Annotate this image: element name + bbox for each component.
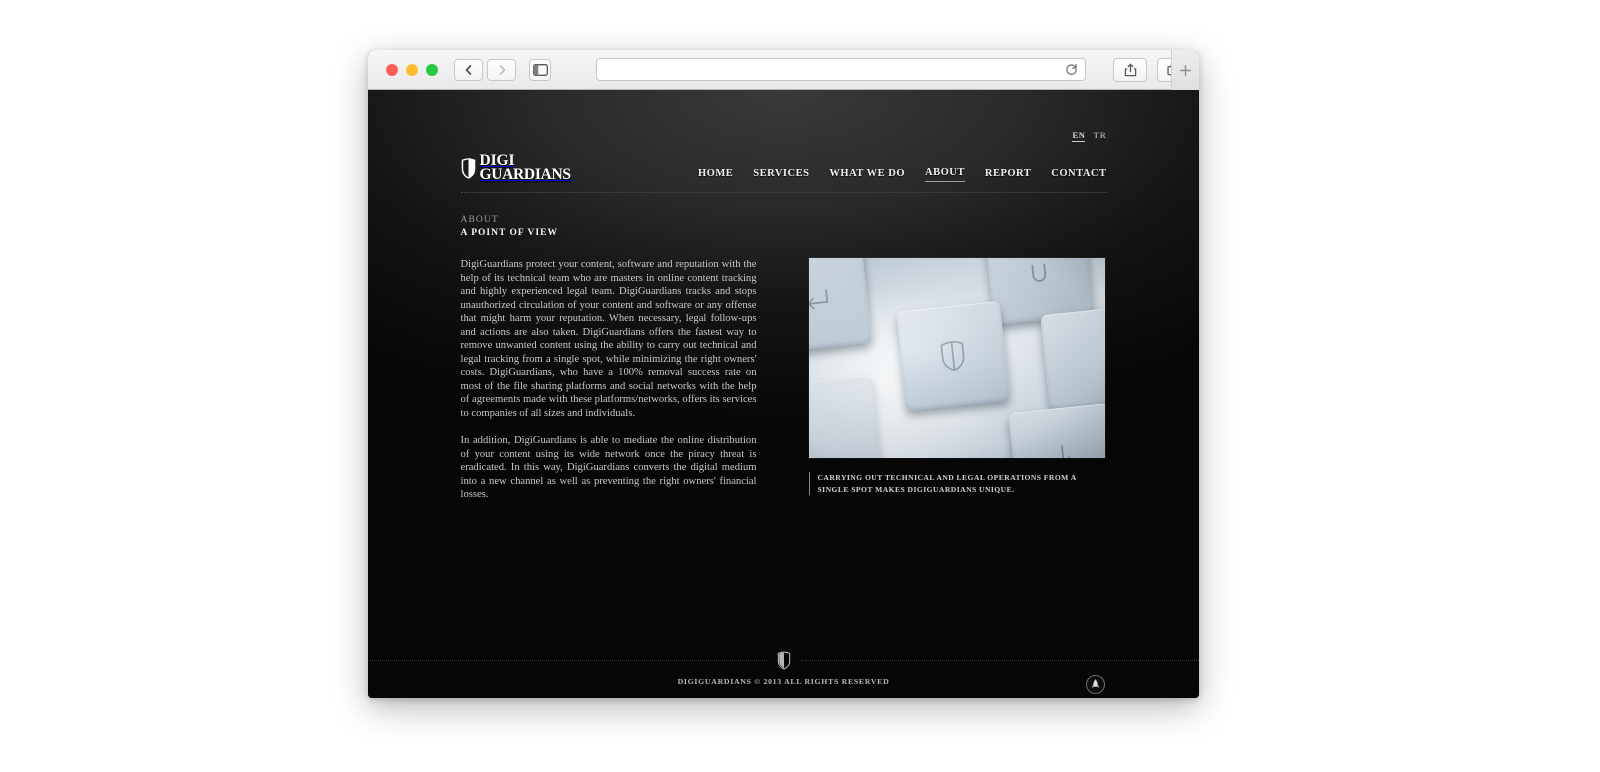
window-controls	[386, 63, 438, 76]
new-tab-button[interactable]	[1171, 50, 1199, 90]
footer-divider	[368, 650, 1199, 670]
chevron-left-icon	[465, 64, 471, 75]
language-option-en[interactable]: EN	[1072, 130, 1086, 142]
enter-arrow-glyph	[808, 258, 872, 353]
footer-copyright: DIGIGUARDIANS © 2013 ALL RIGHTS RESERVED	[677, 677, 890, 686]
close-window-button[interactable]	[386, 63, 398, 76]
screenshot-stage: EN TR DIGI GUARDIANS HOME SERVICES WHAT …	[0, 0, 1600, 772]
nav-item-services[interactable]: SERVICES	[753, 168, 809, 182]
browser-window: EN TR DIGI GUARDIANS HOME SERVICES WHAT …	[368, 50, 1199, 698]
keyboard-key-bottom-left	[808, 375, 882, 459]
shield-icon	[777, 650, 790, 670]
keyboard-key-bottom-right	[1007, 403, 1105, 459]
minimize-window-button[interactable]	[406, 63, 418, 76]
about-media-column: CARRYING OUT TECHNICAL AND LEGAL OPERATI…	[808, 258, 1106, 502]
footer-shield-logo	[777, 650, 791, 670]
keyboard-key-top-left	[808, 258, 872, 354]
back-button[interactable]	[454, 58, 483, 81]
browser-toolbar	[368, 50, 1199, 90]
share-button[interactable]	[1113, 57, 1147, 82]
site-footer: DIGIGUARDIANS © 2013 ALL RIGHTS RESERVED	[368, 650, 1199, 698]
share-icon	[1124, 63, 1136, 76]
site-logo[interactable]: DIGI GUARDIANS	[461, 153, 571, 184]
navigation-buttons	[454, 58, 516, 81]
nav-item-about[interactable]: ABOUT	[925, 167, 965, 182]
plus-icon	[1180, 64, 1191, 76]
keyboard-key-right	[1039, 305, 1105, 412]
chevron-right-icon	[499, 64, 505, 75]
logo-wordmark: DIGI GUARDIANS	[479, 153, 571, 184]
nav-item-report[interactable]: REPORT	[985, 168, 1031, 182]
site-container: EN TR DIGI GUARDIANS HOME SERVICES WHAT …	[460, 90, 1107, 502]
website-viewport: EN TR DIGI GUARDIANS HOME SERVICES WHAT …	[368, 90, 1199, 698]
shield-logo-icon	[461, 158, 475, 179]
site-header: DIGI GUARDIANS HOME SERVICES WHAT WE DO …	[460, 142, 1107, 193]
image-caption: CARRYING OUT TECHNICAL AND LEGAL OPERATI…	[808, 472, 1106, 496]
nav-item-home[interactable]: HOME	[698, 168, 733, 182]
rocket-up-icon	[1091, 679, 1100, 688]
language-switcher: EN TR	[461, 90, 1107, 142]
nav-item-what-we-do[interactable]: WHAT WE DO	[829, 168, 905, 182]
about-text-column: DigiGuardians protect your content, soft…	[461, 258, 757, 502]
nav-item-contact[interactable]: CONTACT	[1051, 168, 1106, 182]
forward-button[interactable]	[487, 58, 516, 81]
feature-image-keyboard	[808, 258, 1105, 459]
down-arrow-glyph	[1008, 403, 1105, 459]
reload-icon[interactable]	[1065, 63, 1078, 76]
shield-key-icon	[896, 301, 1010, 411]
language-option-tr[interactable]: TR	[1093, 130, 1106, 142]
footer-rule-left	[368, 659, 767, 661]
maximize-window-button[interactable]	[426, 63, 438, 76]
about-paragraph-1: DigiGuardians protect your content, soft…	[460, 259, 757, 419]
sidebar-toggle-button[interactable]	[529, 58, 551, 81]
footer-rule-right	[800, 659, 1199, 661]
keyboard-key-shield	[895, 301, 1010, 412]
page-title-block: ABOUT A POINT OF VIEW	[461, 193, 1107, 240]
content-row: DigiGuardians protect your content, soft…	[461, 239, 1107, 502]
scroll-to-top-button[interactable]	[1086, 675, 1105, 694]
logo-line-2: GUARDIANS	[479, 166, 571, 184]
main-navigation: HOME SERVICES WHAT WE DO ABOUT REPORT CO…	[698, 167, 1106, 183]
about-paragraph-2: In addition, DigiGuardians is able to me…	[460, 435, 757, 501]
page-title: A POINT OF VIEW	[460, 227, 558, 238]
address-bar[interactable]	[596, 58, 1086, 81]
page-kicker: ABOUT	[460, 214, 499, 225]
sidebar-icon	[532, 63, 548, 76]
